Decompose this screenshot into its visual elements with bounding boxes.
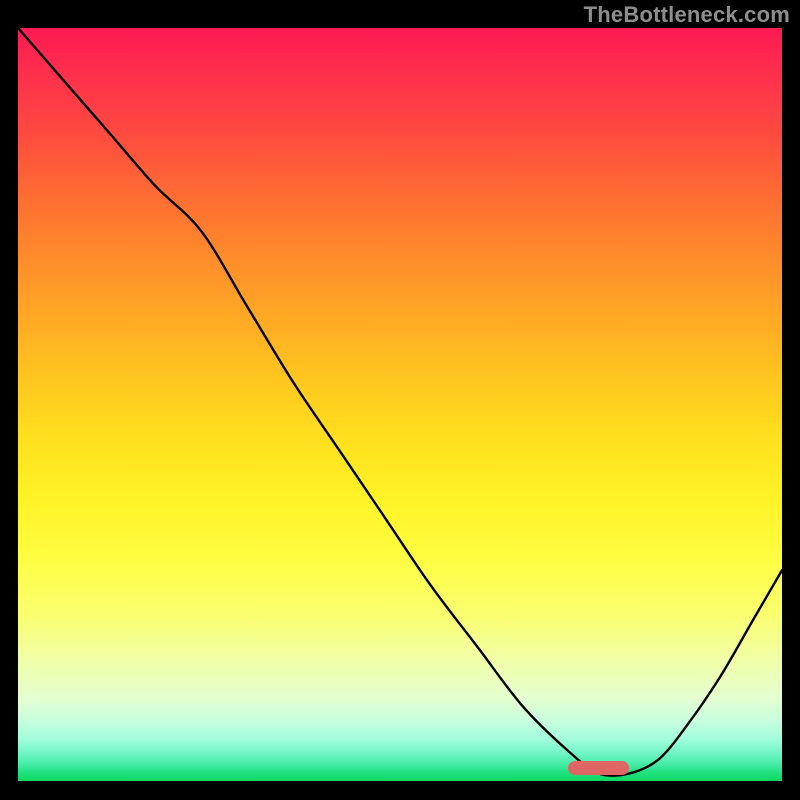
chart-container: TheBottleneck.com	[0, 0, 800, 800]
watermark-text: TheBottleneck.com	[584, 2, 790, 28]
optimal-marker	[568, 761, 629, 775]
bottleneck-curve	[18, 28, 782, 781]
plot-area	[18, 28, 782, 781]
